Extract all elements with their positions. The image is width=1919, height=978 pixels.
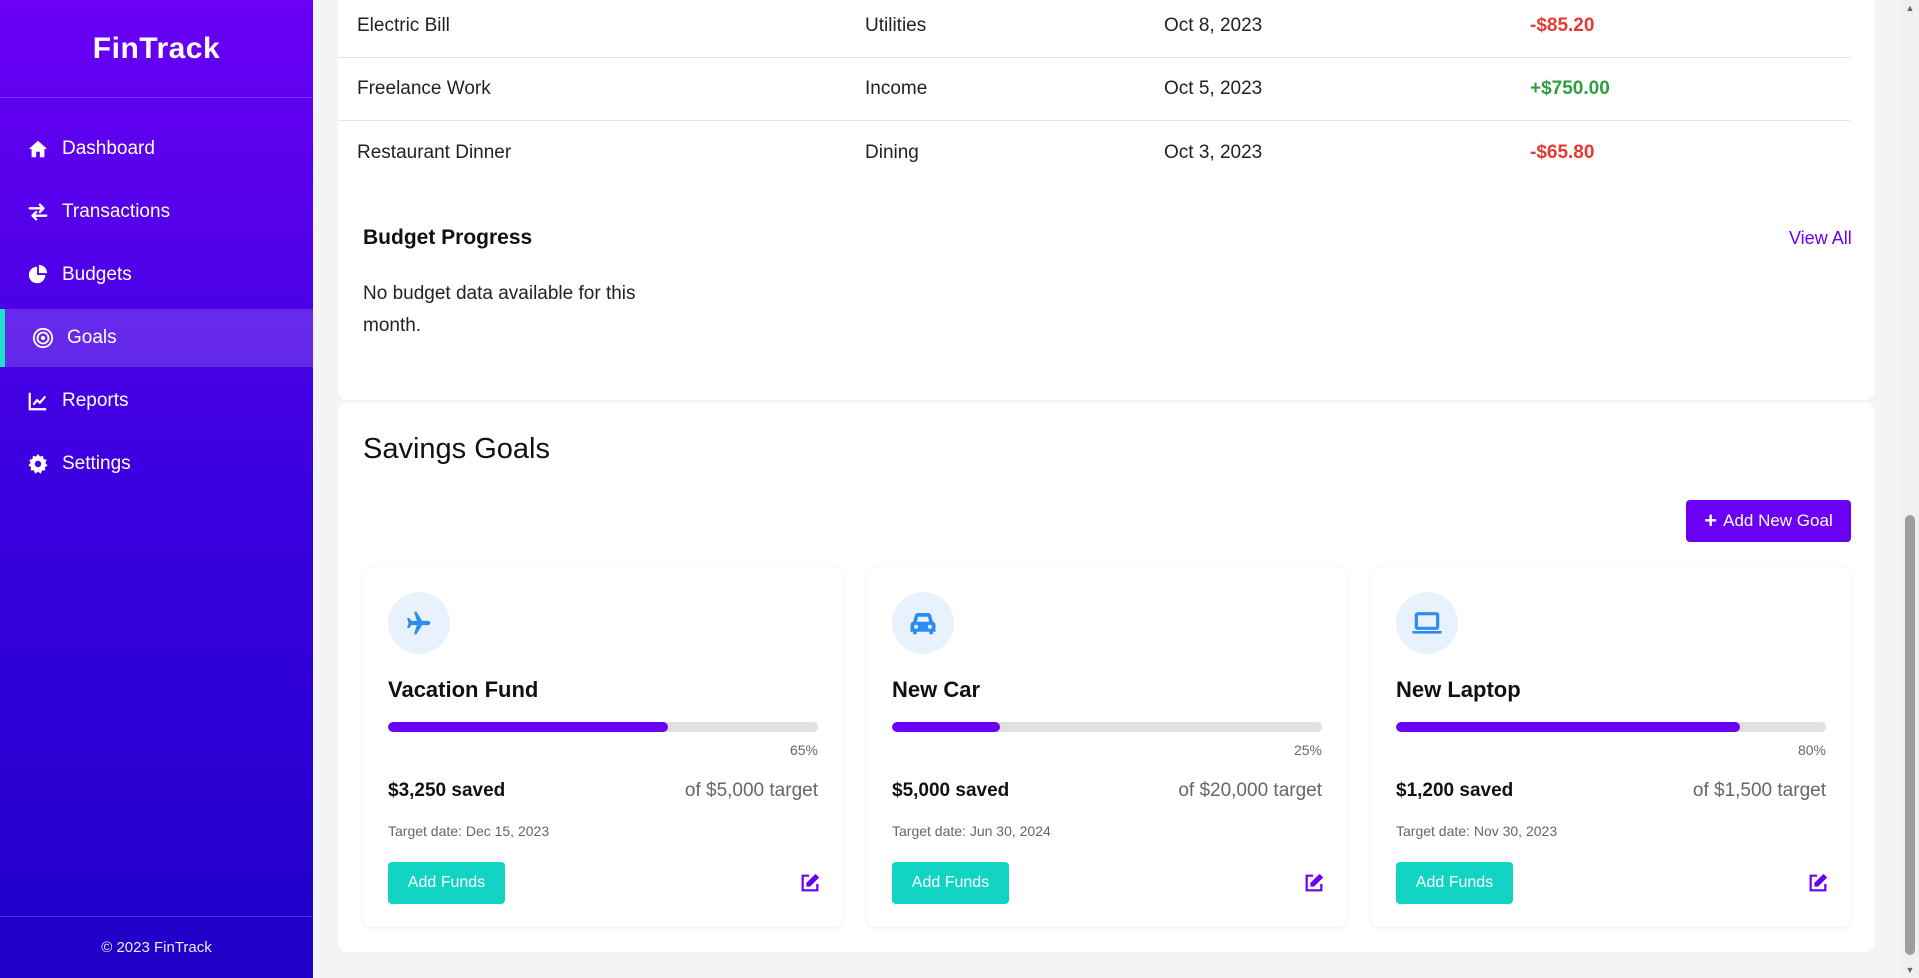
goal-card-vacation-fund: Vacation Fund 65% $3,250 saved of $5,000… <box>363 567 843 927</box>
sidebar-item-label: Reports <box>62 390 129 411</box>
edit-icon[interactable] <box>1807 872 1829 894</box>
pie-chart-icon <box>26 263 50 287</box>
edit-icon[interactable] <box>799 872 821 894</box>
goal-target-amount: of $1,500 target <box>1692 780 1826 801</box>
goal-target-date: Target date: Jun 30, 2024 <box>892 823 1051 839</box>
sidebar-item-transactions[interactable]: Transactions <box>0 183 313 241</box>
sidebar-item-label: Dashboard <box>62 138 155 159</box>
add-funds-button[interactable]: Add Funds <box>892 862 1009 904</box>
transaction-category: Utilities <box>865 15 927 36</box>
goal-progress-percent: 25% <box>1293 742 1322 758</box>
transaction-amount: +$750.00 <box>1530 78 1610 99</box>
target-icon <box>31 326 55 350</box>
table-row[interactable]: Restaurant Dinner Dining Oct 3, 2023 -$6… <box>338 121 1850 184</box>
goal-progress-fill <box>388 722 668 732</box>
scroll-thumb[interactable] <box>1905 515 1915 955</box>
goal-title: New Car <box>892 677 981 702</box>
sidebar-footer: © 2023 FinTrack <box>0 916 313 978</box>
goal-saved-amount: $3,250 saved <box>388 780 506 801</box>
transaction-category: Dining <box>865 141 919 163</box>
car-icon <box>892 592 954 654</box>
goal-target-amount: of $5,000 target <box>684 780 818 801</box>
goal-progress-bar <box>1396 722 1826 732</box>
goal-progress-bar <box>892 722 1322 732</box>
plane-icon <box>388 592 450 654</box>
goal-target-amount: of $20,000 target <box>1178 780 1322 801</box>
sidebar-item-label: Budgets <box>62 264 132 285</box>
transaction-date: Oct 8, 2023 <box>1164 15 1263 36</box>
plus-icon: + <box>1704 508 1718 533</box>
goal-target-date: Target date: Dec 15, 2023 <box>388 823 550 839</box>
transaction-date: Oct 5, 2023 <box>1164 78 1263 99</box>
goal-progress-fill <box>892 722 1000 732</box>
add-new-goal-button[interactable]: + Add New Goal <box>1686 500 1851 542</box>
transaction-category: Income <box>865 78 928 99</box>
exchange-icon <box>26 200 50 224</box>
app-logo[interactable]: FinTrack <box>0 0 313 98</box>
budget-progress-title: Budget Progress <box>363 226 533 249</box>
home-icon <box>26 137 50 161</box>
sidebar-nav: Dashboard Transactions Budgets Goals Rep… <box>0 120 313 493</box>
sidebar-item-label: Settings <box>62 453 131 474</box>
goal-saved-amount: $5,000 saved <box>892 780 1010 801</box>
line-chart-icon <box>26 389 50 413</box>
sidebar-item-dashboard[interactable]: Dashboard <box>0 120 313 178</box>
add-funds-button[interactable]: Add Funds <box>388 862 505 904</box>
goal-target-date: Target date: Nov 30, 2023 <box>1396 823 1558 839</box>
scroll-up-arrow[interactable]: ▲ <box>1905 3 1915 13</box>
goal-progress-bar <box>388 722 818 732</box>
add-funds-button[interactable]: Add Funds <box>1396 862 1513 904</box>
page-scrollbar[interactable]: ▲ ▼ <box>1901 0 1919 978</box>
transaction-description: Restaurant Dinner <box>357 141 512 163</box>
goal-card-new-car: New Car 25% $5,000 saved of $20,000 targ… <box>867 567 1347 927</box>
add-new-goal-label: Add New Goal <box>1723 511 1833 530</box>
budget-empty-message: No budget data available for this month. <box>363 283 636 336</box>
sidebar: FinTrack Dashboard Transactions Budgets … <box>0 0 313 978</box>
table-row[interactable]: Electric Bill Utilities Oct 8, 2023 -$85… <box>338 0 1850 58</box>
sidebar-item-reports[interactable]: Reports <box>0 372 313 430</box>
sidebar-item-settings[interactable]: Settings <box>0 435 313 493</box>
transaction-description: Freelance Work <box>357 78 491 99</box>
savings-goals-title: Savings Goals <box>363 433 550 465</box>
scroll-down-arrow[interactable]: ▼ <box>1905 965 1915 975</box>
goal-progress-percent: 65% <box>789 742 818 758</box>
goal-saved-amount: $1,200 saved <box>1396 780 1514 801</box>
transaction-amount: -$65.80 <box>1530 141 1595 163</box>
sidebar-item-label: Goals <box>67 327 117 348</box>
goal-title: Vacation Fund <box>388 677 539 702</box>
goal-title: New Laptop <box>1396 677 1521 702</box>
goal-card-new-laptop: New Laptop 80% $1,200 saved of $1,500 ta… <box>1371 567 1851 927</box>
sidebar-item-goals[interactable]: Goals <box>0 309 313 367</box>
table-row[interactable]: Freelance Work Income Oct 5, 2023 +$750.… <box>338 58 1850 121</box>
gear-icon <box>26 452 50 476</box>
sidebar-item-budgets[interactable]: Budgets <box>0 246 313 304</box>
sidebar-item-label: Transactions <box>62 201 171 222</box>
transaction-amount: -$85.20 <box>1530 15 1595 36</box>
goal-progress-percent: 80% <box>1797 742 1826 758</box>
transaction-date: Oct 3, 2023 <box>1164 141 1263 163</box>
view-all-link[interactable]: View All <box>1789 228 1852 249</box>
laptop-icon <box>1396 592 1458 654</box>
edit-icon[interactable] <box>1303 872 1325 894</box>
transaction-description: Electric Bill <box>357 15 450 36</box>
goal-progress-fill <box>1396 722 1740 732</box>
